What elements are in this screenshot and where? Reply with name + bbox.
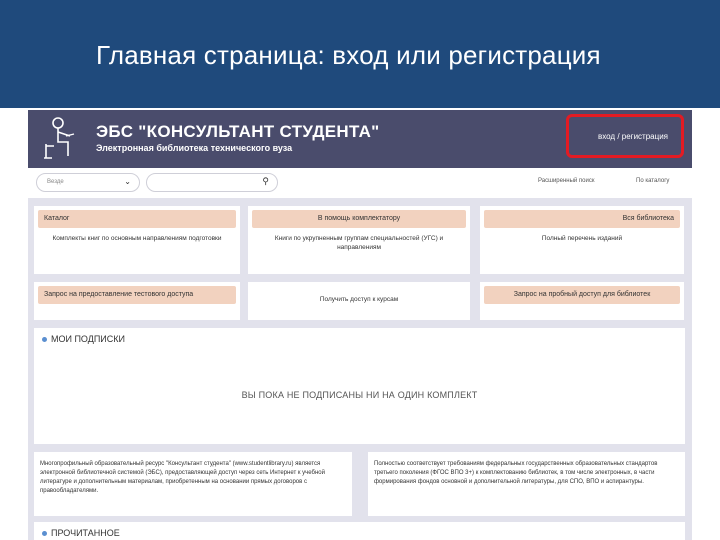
- card-whole-library[interactable]: Вся библиотека Полный перечень изданий: [480, 206, 684, 274]
- card-courses-access[interactable]: Получить доступ к курсам: [248, 282, 470, 320]
- catalog-search-link[interactable]: По каталогу: [636, 178, 669, 184]
- brand-subtitle: Электронная библиотека технического вуза: [96, 143, 293, 153]
- card-text: Комплекты книг по основным направлениям …: [52, 235, 222, 242]
- chip-acquisition-help: В помощь комплектатору: [252, 210, 466, 228]
- slide-header: Главная страница: вход или регистрация: [0, 0, 720, 108]
- search-scope-value: Везде: [47, 179, 64, 185]
- info-right-text: Полностью соответствует требованиям феде…: [374, 461, 658, 485]
- card-text: Полный перечень изданий: [541, 235, 623, 242]
- chevron-down-icon: ⌄: [124, 177, 131, 186]
- subscriptions-empty-message: ВЫ ПОКА НЕ ПОДПИСАНЫ НИ НА ОДИН КОМПЛЕКТ: [241, 390, 478, 400]
- chip-label: Каталог: [44, 215, 70, 222]
- card-text: Книги по укрупненным группам специальнос…: [274, 235, 444, 251]
- slide-title: Главная страница: вход или регистрация: [96, 40, 601, 70]
- search-icon[interactable]: ⚲: [262, 176, 269, 187]
- info-right: Полностью соответствует требованиям феде…: [368, 452, 685, 516]
- search-input[interactable]: ⚲: [146, 173, 278, 192]
- site-screenshot: ЭБС "КОНСУЛЬТАНТ СТУДЕНТА" Электронная б…: [28, 110, 692, 540]
- card-test-access[interactable]: Запрос на предоставление тестового досту…: [34, 282, 240, 320]
- subscriptions-section: МОИ ПОДПИСКИ ВЫ ПОКА НЕ ПОДПИСАНЫ НИ НА …: [34, 328, 685, 444]
- chip-label: Запрос на предоставление тестового досту…: [44, 291, 194, 298]
- chip-label: Запрос на пробный доступ для библиотек: [513, 291, 651, 298]
- search-bar: Везде ⌄ ⚲ Расширенный поиск По каталогу: [28, 168, 692, 198]
- read-heading-text: ПРОЧИТАННОЕ: [51, 528, 120, 538]
- chip-library-trial: Запрос на пробный доступ для библиотек: [484, 286, 680, 304]
- card-library-trial[interactable]: Запрос на пробный доступ для библиотек: [480, 282, 684, 320]
- info-left-text: Многопрофильный образовательный ресурс "…: [40, 461, 325, 494]
- bullet-icon: [42, 531, 47, 537]
- subscriptions-heading: МОИ ПОДПИСКИ: [42, 334, 125, 344]
- read-section: ПРОЧИТАННОЕ: [34, 522, 685, 540]
- advanced-search-link[interactable]: Расширенный поиск: [538, 178, 595, 184]
- card-catalog[interactable]: Каталог Комплекты книг по основным напра…: [34, 206, 240, 274]
- card-acquisition-help[interactable]: В помощь комплектатору Книги по укрупнен…: [248, 206, 470, 274]
- brand-title: ЭБС "КОНСУЛЬТАНТ СТУДЕНТА": [96, 122, 380, 141]
- chip-whole-library: Вся библиотека: [484, 210, 680, 228]
- chip-catalog: Каталог: [38, 210, 236, 228]
- chip-label: Вся библиотека: [622, 215, 674, 222]
- info-left: Многопрофильный образовательный ресурс "…: [34, 452, 352, 516]
- student-logo-icon: [44, 117, 75, 159]
- chip-test-access: Запрос на предоставление тестового досту…: [38, 286, 236, 304]
- chip-label: В помощь комплектатору: [317, 215, 401, 222]
- card-text: Получить доступ к курсам: [319, 296, 399, 303]
- highlight-annotation: [566, 114, 684, 158]
- search-scope-select[interactable]: Везде ⌄: [36, 173, 140, 192]
- subscriptions-heading-text: МОИ ПОДПИСКИ: [51, 334, 125, 344]
- bullet-icon: [42, 337, 47, 343]
- read-heading: ПРОЧИТАННОЕ: [42, 528, 120, 538]
- site-header: ЭБС "КОНСУЛЬТАНТ СТУДЕНТА" Электронная б…: [28, 110, 692, 168]
